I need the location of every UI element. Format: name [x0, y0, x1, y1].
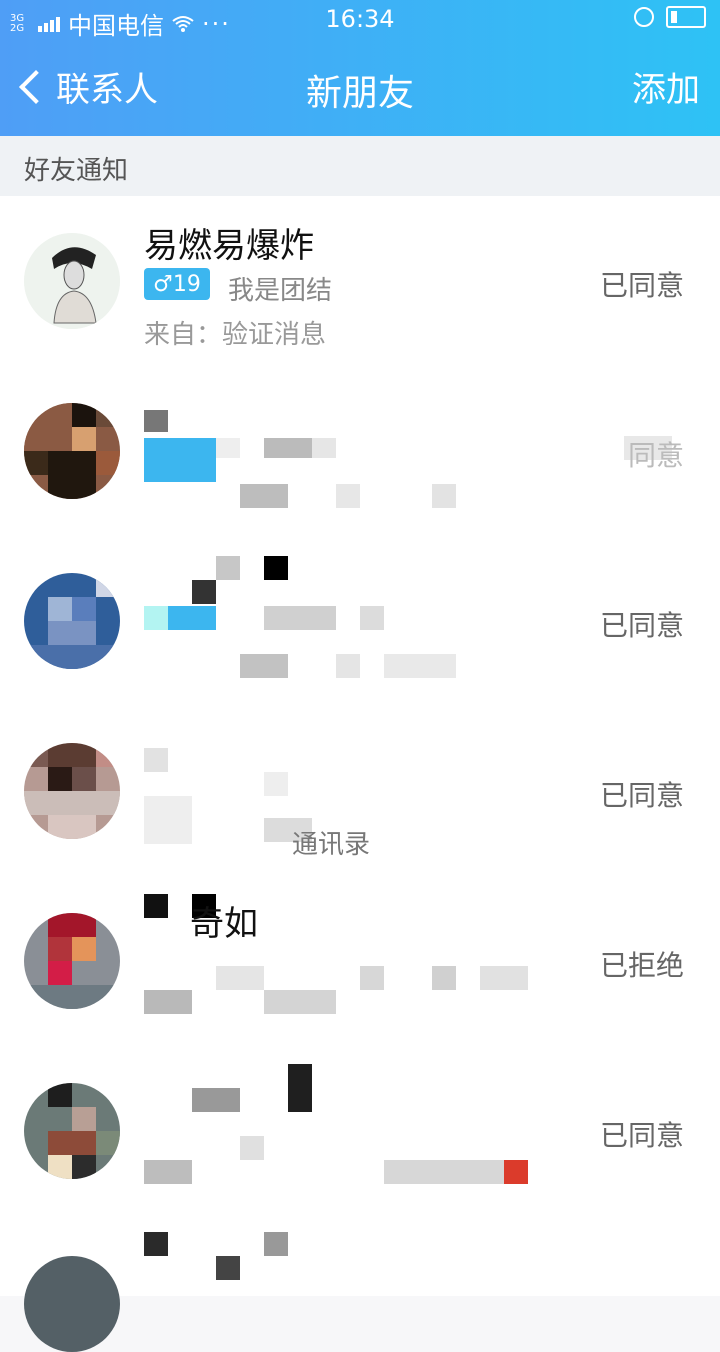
header-bar: 3G 2G 中国电信 ··· 16:34 联系人 新朋友 添加: [0, 0, 720, 136]
avatar: [24, 403, 120, 499]
request-status: 已同意: [599, 779, 684, 812]
contact-name: 易燃易爆炸: [144, 226, 314, 266]
avatar: [24, 743, 120, 839]
gender-age-badge: ♂19: [144, 268, 210, 300]
status-time: 16:34: [325, 5, 395, 33]
request-status: 已同意: [599, 609, 684, 642]
avatar: [24, 1256, 120, 1352]
add-button[interactable]: 添加: [632, 62, 700, 111]
avatar: [24, 233, 120, 329]
list-item[interactable]: 易燃易爆炸 ♂19 我是团结 来自：验证消息 已同意: [0, 196, 720, 367]
list-item[interactable]: [0, 1216, 720, 1352]
avatar: [24, 573, 120, 669]
battery-icon: [666, 6, 706, 28]
list-item[interactable]: 奇如 已拒绝: [0, 876, 720, 1047]
contact-name: 奇如: [190, 904, 258, 944]
list-item[interactable]: 已同意: [0, 1046, 720, 1217]
list-item[interactable]: 同意: [0, 366, 720, 537]
status-right: [634, 6, 706, 28]
avatar: [24, 913, 120, 1009]
nav-bar: 联系人 新朋友 添加: [0, 46, 720, 126]
list-item[interactable]: 已同意: [0, 536, 720, 707]
request-status: 已同意: [599, 269, 684, 302]
alarm-icon: [634, 7, 654, 27]
request-status: 已同意: [599, 1119, 684, 1152]
request-status: 已拒绝: [599, 949, 684, 982]
section-header: 好友通知: [0, 136, 720, 196]
avatar: [24, 1083, 120, 1179]
request-source: 通讯录: [292, 830, 371, 860]
status-bar: 3G 2G 中国电信 ··· 16:34: [0, 0, 720, 40]
request-status: 同意: [627, 439, 684, 472]
page-title: 新朋友: [305, 73, 414, 114]
person-sketch-icon: [24, 233, 120, 329]
request-source: 来自：验证消息: [144, 320, 327, 350]
list-item[interactable]: 通讯录 已同意: [0, 706, 720, 877]
request-message: 我是团结: [228, 276, 333, 306]
section-title: 好友通知: [24, 156, 129, 186]
